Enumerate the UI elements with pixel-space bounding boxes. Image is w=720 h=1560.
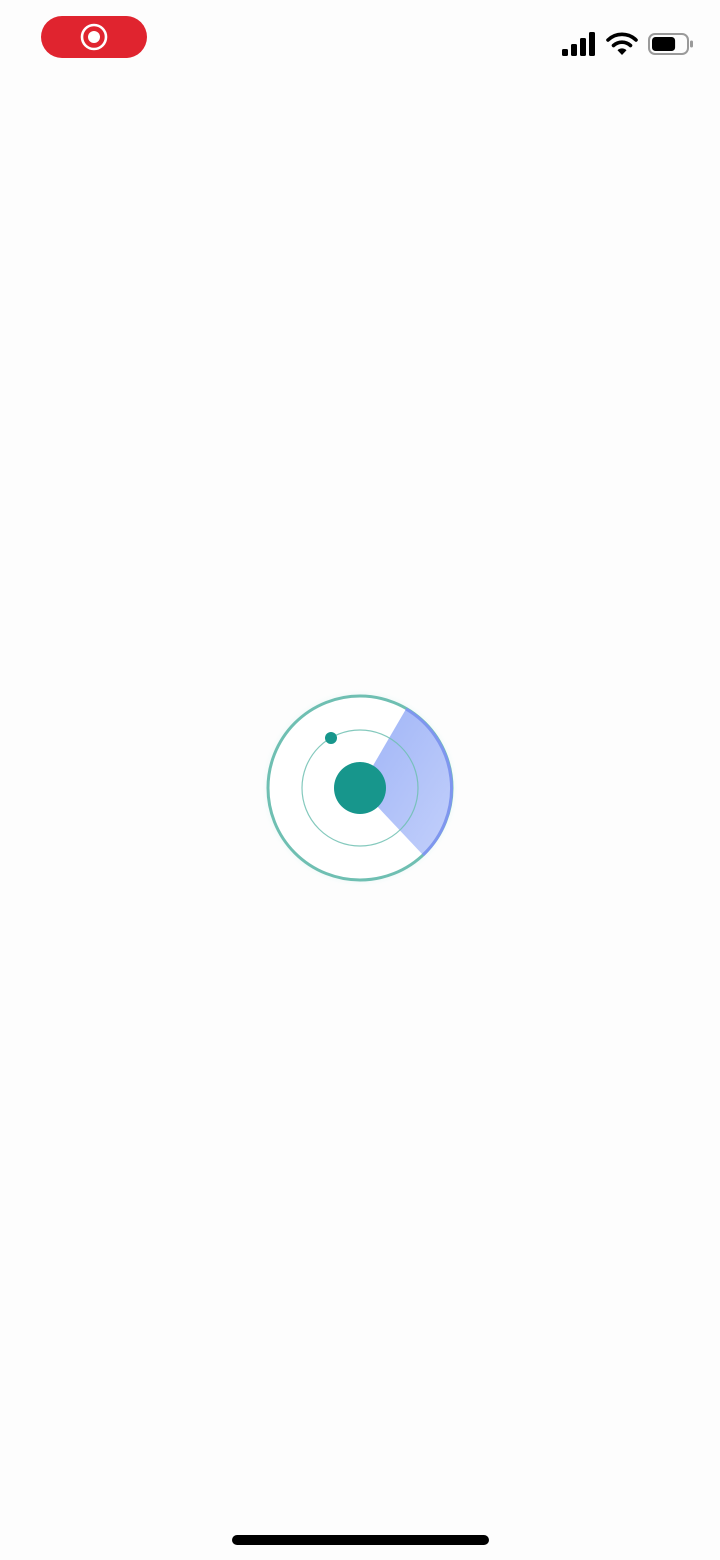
battery-icon [648, 33, 693, 55]
screen [0, 0, 720, 1560]
cellular-signal-icon [562, 32, 595, 56]
status-bar [0, 0, 720, 80]
radar-loading-icon [260, 688, 460, 888]
screen-recording-indicator[interactable] [41, 16, 147, 58]
loading-spinner [260, 688, 460, 888]
screen-record-icon [80, 23, 108, 51]
status-icons [562, 28, 694, 60]
home-indicator[interactable] [232, 1535, 489, 1545]
wifi-icon [606, 32, 638, 55]
